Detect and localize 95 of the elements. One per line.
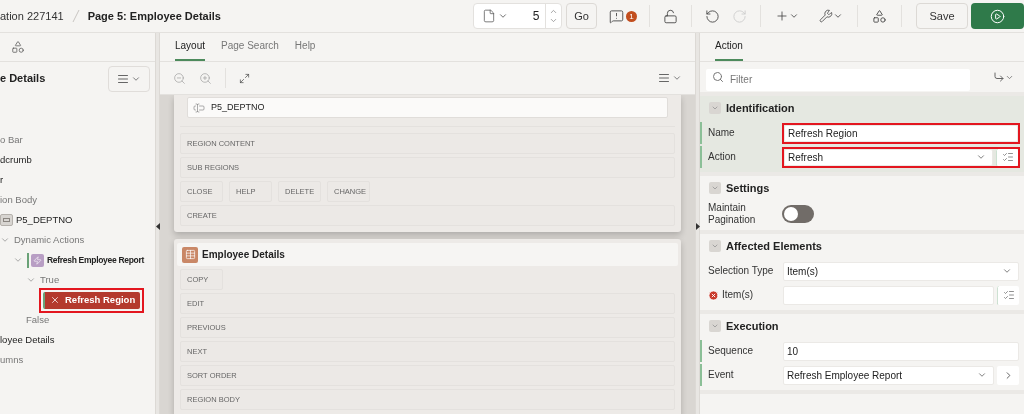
collapse-icon xyxy=(709,240,721,252)
section-header[interactable]: Identification xyxy=(700,96,1024,120)
tree-item[interactable]: P5_DEPTNO xyxy=(16,212,73,228)
tree-item[interactable]: dcrumb xyxy=(0,152,32,168)
search-icon xyxy=(712,71,724,83)
warnings-button[interactable]: 1 xyxy=(609,8,637,24)
zoom-in-icon[interactable] xyxy=(199,71,212,85)
collapse-icon xyxy=(709,320,721,332)
menu-icon xyxy=(658,72,670,84)
tree-item[interactable]: Refresh Region xyxy=(43,291,141,309)
text-field[interactable]: 10 xyxy=(783,341,1019,361)
property-label: Sequence xyxy=(708,345,754,357)
region-header[interactable]: Employee Details xyxy=(177,243,678,266)
zoom-out-icon[interactable] xyxy=(173,71,186,85)
chevron-down-icon xyxy=(977,370,987,380)
chevron-down-icon[interactable] xyxy=(0,235,10,245)
add-menu-button[interactable] xyxy=(775,9,799,23)
chevron-down-icon xyxy=(833,11,843,21)
select-field[interactable]: Refresh Employee Report xyxy=(783,365,994,385)
text-field-icon xyxy=(193,101,205,114)
chevron-down-icon xyxy=(549,16,559,25)
section-header[interactable]: Affected Elements xyxy=(700,234,1024,258)
page-selector[interactable]: 5 xyxy=(473,3,563,29)
wrench-icon xyxy=(819,9,833,23)
page-item-icon xyxy=(0,214,13,226)
tab[interactable]: Page Search xyxy=(221,38,279,61)
expand-icon[interactable] xyxy=(239,72,250,84)
lightning-icon xyxy=(31,253,44,267)
text-field[interactable]: Refresh Region xyxy=(784,124,1018,142)
shapes-icon[interactable] xyxy=(872,8,887,24)
property-label: Action xyxy=(708,151,736,163)
warning-icon xyxy=(609,8,624,24)
tree-item[interactable]: Refresh Employee Report xyxy=(47,253,145,267)
tab[interactable]: Action xyxy=(715,38,743,61)
chevron-down-icon xyxy=(1002,266,1012,276)
undo-icon[interactable] xyxy=(705,8,720,24)
select-field[interactable]: Item(s) xyxy=(783,261,1019,281)
close-icon xyxy=(50,295,60,305)
tab[interactable]: Help xyxy=(294,38,316,61)
save-button[interactable]: Save xyxy=(916,3,968,29)
section-header[interactable]: Execution xyxy=(700,314,1024,338)
chevron-down-icon[interactable] xyxy=(13,255,23,265)
collapse-arrow-icon[interactable] xyxy=(695,223,700,230)
tab[interactable]: Layout xyxy=(175,38,206,61)
run-button[interactable] xyxy=(971,3,1024,29)
chevron-up-icon xyxy=(549,7,559,16)
toggle-switch[interactable] xyxy=(782,205,814,223)
list-button[interactable] xyxy=(996,148,1018,166)
page-icon xyxy=(482,9,497,23)
warning-count: 1 xyxy=(626,10,637,22)
page-number: 5 xyxy=(532,8,540,25)
lock-icon[interactable] xyxy=(663,8,678,24)
corner-arrow-icon xyxy=(993,71,1005,83)
menu-button[interactable] xyxy=(658,72,682,84)
tree-item[interactable]: False xyxy=(26,312,50,328)
breadcrumb-separator xyxy=(71,9,80,23)
text-field[interactable] xyxy=(783,285,994,305)
tree-item[interactable]: umns xyxy=(0,352,24,368)
property-label: Maintain Pagination xyxy=(708,202,757,226)
tree-item[interactable]: o Bar xyxy=(0,132,23,148)
chevron-down-icon xyxy=(498,11,509,21)
select-field[interactable]: Refresh xyxy=(784,148,993,166)
menu-icon xyxy=(117,72,129,85)
tree-title: e Details xyxy=(0,71,46,87)
property-label: Name xyxy=(708,127,735,139)
list-button[interactable] xyxy=(997,285,1019,305)
list-icon xyxy=(1001,151,1014,163)
list-icon xyxy=(1002,289,1015,301)
filter-field[interactable]: Filter xyxy=(706,68,970,91)
collapse-icon xyxy=(709,102,721,114)
chevron-down-icon xyxy=(976,152,986,162)
tree-item[interactable]: True xyxy=(40,272,60,288)
breadcrumb-link[interactable]: Page 5: Employee Details xyxy=(87,7,221,25)
collapse-arrow-icon[interactable] xyxy=(155,223,160,230)
shapes-icon[interactable] xyxy=(11,40,25,54)
section-header[interactable]: Settings xyxy=(700,176,1024,200)
page-item[interactable]: P5_DEPTNO xyxy=(187,97,668,118)
chevron-down-icon xyxy=(672,73,682,83)
play-icon xyxy=(990,8,1005,24)
tree-item[interactable]: Dynamic Actions xyxy=(14,232,85,248)
chevron-down-icon[interactable] xyxy=(26,275,36,285)
utilities-menu-button[interactable] xyxy=(819,9,843,23)
tree-item[interactable]: r xyxy=(0,172,4,188)
go-button[interactable]: Go xyxy=(566,3,597,29)
collapse-icon xyxy=(709,182,721,194)
menu-button[interactable] xyxy=(108,65,150,92)
property-label: Event xyxy=(708,369,734,381)
tree-item[interactable]: ion Body xyxy=(0,192,37,208)
tree-item[interactable]: loyee Details xyxy=(0,332,55,348)
table-icon xyxy=(182,246,198,263)
breadcrumb-link[interactable]: ation 227141 xyxy=(0,7,64,25)
chevron-down-icon xyxy=(789,11,799,21)
property-label: Item(s) xyxy=(722,289,754,301)
plus-icon xyxy=(775,9,789,23)
property-label: Selection Type xyxy=(708,265,774,277)
